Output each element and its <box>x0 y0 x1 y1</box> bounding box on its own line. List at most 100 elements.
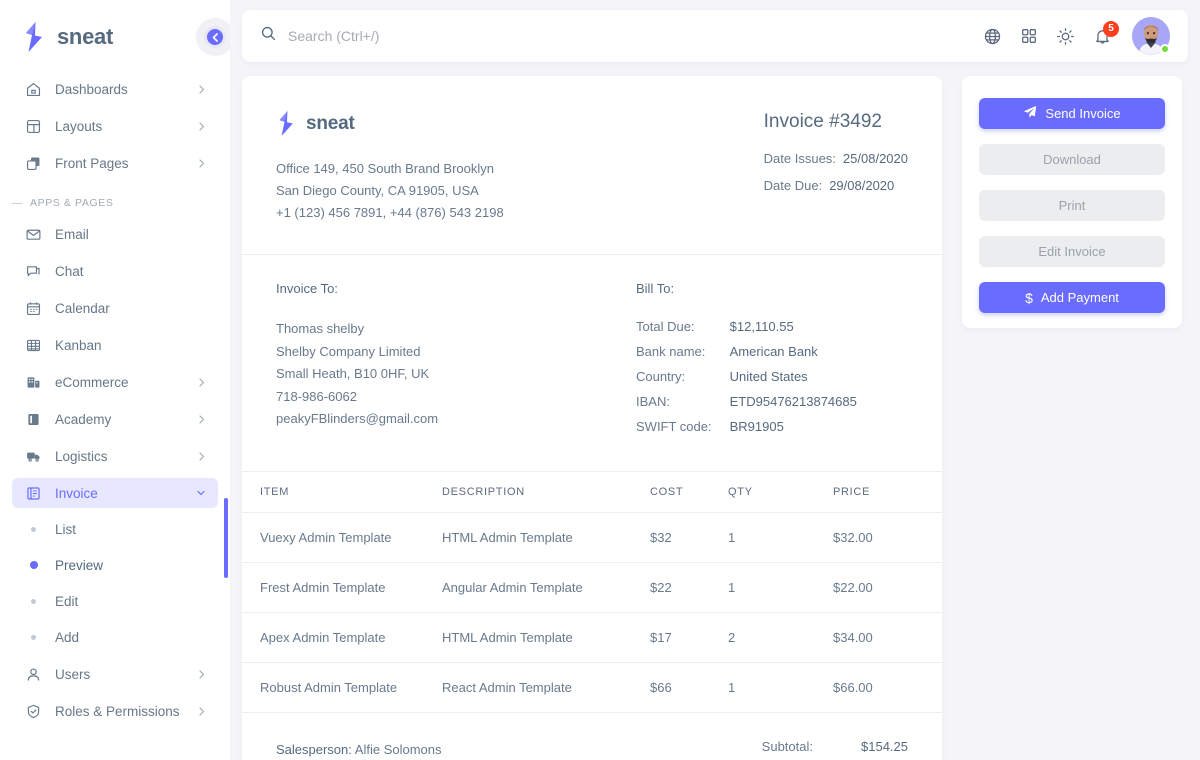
sidebar-collapse-button[interactable] <box>204 26 226 48</box>
date-issued-label: Date Issues: <box>764 151 836 166</box>
bell-icon[interactable]: 5 <box>1093 27 1112 46</box>
bullet-icon <box>24 599 43 604</box>
invoice-to-line: peakyFBlinders@gmail.com <box>276 408 636 431</box>
apps-grid-icon[interactable] <box>1020 27 1038 45</box>
bill-to-block: Bill To: Total Due: $12,110.55 Bank name… <box>636 281 857 443</box>
sidebar-item-roles-permissions[interactable]: Roles & Permissions <box>12 696 218 726</box>
sneat-logo-icon <box>276 111 298 136</box>
online-status-dot <box>1160 44 1170 54</box>
sidebar-item-chat[interactable]: Chat <box>12 256 218 286</box>
sidebar-item-layouts[interactable]: Layouts <box>12 111 218 141</box>
invoice-to-line: Small Heath, B10 0HF, UK <box>276 363 636 386</box>
company-address-line: Office 149, 450 South Brand Brooklyn <box>276 158 504 180</box>
send-invoice-label: Send Invoice <box>1045 106 1120 121</box>
sidebar: sneat Dashboards <box>0 0 230 760</box>
sidebar-item-ecommerce[interactable]: eCommerce <box>12 367 218 397</box>
sidebar-subitem-add[interactable]: Add <box>12 623 218 651</box>
sidebar-item-email[interactable]: Email <box>12 219 218 249</box>
table-row: Vuexy Admin Template HTML Admin Template… <box>242 513 942 563</box>
cell-description: HTML Admin Template <box>442 513 650 563</box>
bill-to-row: Bank name: American Bank <box>636 343 857 368</box>
cell-item: Vuexy Admin Template <box>242 513 442 563</box>
sidebar-item-label: Layouts <box>55 119 197 134</box>
cell-qty: 1 <box>728 563 833 613</box>
print-button[interactable]: Print <box>979 190 1165 221</box>
globe-icon[interactable] <box>983 27 1002 46</box>
sidebar-subitem-edit[interactable]: Edit <box>12 587 218 615</box>
shield-icon <box>24 702 43 721</box>
sidebar-item-logistics[interactable]: Logistics <box>12 441 218 471</box>
bill-to-value: United States <box>712 368 857 393</box>
date-due-label: Date Due: <box>764 178 823 193</box>
sidebar-item-label: Chat <box>55 264 206 279</box>
invoice-to-title: Invoice To: <box>276 281 636 296</box>
column-header-description: DESCRIPTION <box>442 472 650 513</box>
table-head: ITEM DESCRIPTION COST QTY PRICE <box>242 472 942 513</box>
company-phone-line: +1 (123) 456 7891, +44 (876) 543 2198 <box>276 202 504 224</box>
sidebar-item-front-pages[interactable]: Front Pages <box>12 148 218 178</box>
sidebar-subitem-label: List <box>55 522 76 537</box>
chevron-down-icon <box>196 488 206 498</box>
cell-qty: 2 <box>728 613 833 663</box>
sidebar-item-label: Front Pages <box>55 156 197 171</box>
cell-item: Robust Admin Template <box>242 663 442 713</box>
content: sneat Office 149, 450 South Brand Brookl… <box>242 76 1188 760</box>
invoice-brand-name: sneat <box>306 113 355 135</box>
bill-to-value: American Bank <box>712 343 857 368</box>
invoice-to-line: Shelby Company Limited <box>276 341 636 364</box>
section-label: APPS & PAGES <box>30 197 113 209</box>
sidebar-scrollbar[interactable] <box>224 498 228 578</box>
download-button[interactable]: Download <box>979 144 1165 175</box>
sidebar-item-label: Roles & Permissions <box>55 704 197 719</box>
edit-invoice-button[interactable]: Edit Invoice <box>979 236 1165 267</box>
send-invoice-button[interactable]: Send Invoice <box>979 98 1165 129</box>
avatar[interactable] <box>1132 17 1170 55</box>
bill-to-label: Country: <box>636 368 712 393</box>
search-icon <box>260 25 277 47</box>
sun-icon[interactable] <box>1056 27 1075 46</box>
invoice-parties: Invoice To: Thomas shelby Shelby Company… <box>242 255 942 472</box>
date-issued-value: 25/08/2020 <box>843 151 908 166</box>
sidebar-item-label: Kanban <box>55 338 206 353</box>
cell-description: HTML Admin Template <box>442 613 650 663</box>
search-container[interactable] <box>260 25 983 47</box>
chevron-right-icon <box>197 122 206 131</box>
bill-to-label: IBAN: <box>636 393 712 418</box>
totals-row: Subtotal: $154.25 <box>713 739 908 754</box>
sidebar-item-calendar[interactable]: Calendar <box>12 293 218 323</box>
sidebar-item-kanban[interactable]: Kanban <box>12 330 218 360</box>
invoice-meta-block: Invoice #3492 Date Issues: 25/08/2020 Da… <box>764 111 908 224</box>
sidebar-item-invoice[interactable]: Invoice <box>12 478 218 508</box>
bill-to-row: SWIFT code: BR91905 <box>636 418 857 443</box>
cell-cost: $22 <box>650 563 728 613</box>
layout-icon <box>24 117 43 136</box>
invoice-footer: Salesperson: Alfie Solomons Thanks for y… <box>242 713 942 760</box>
date-issued-row: Date Issues: 25/08/2020 <box>764 151 908 166</box>
salesperson-name: Alfie Solomons <box>355 742 442 757</box>
search-input[interactable] <box>288 28 588 44</box>
sidebar-item-academy[interactable]: Academy <box>12 404 218 434</box>
sidebar-item-label: Dashboards <box>55 82 197 97</box>
home-icon <box>24 80 43 99</box>
cell-price: $34.00 <box>833 613 942 663</box>
bill-to-value: $12,110.55 <box>712 318 857 343</box>
sidebar-item-label: Calendar <box>55 301 206 316</box>
sidebar-subitem-preview[interactable]: Preview <box>12 551 218 579</box>
edit-invoice-label: Edit Invoice <box>1038 244 1105 259</box>
chevron-right-icon <box>197 452 206 461</box>
calendar-icon <box>24 299 43 318</box>
print-label: Print <box>1059 198 1086 213</box>
invoice-brand: sneat <box>276 111 504 136</box>
envelope-icon <box>24 225 43 244</box>
sidebar-item-dashboards[interactable]: Dashboards <box>12 74 218 104</box>
invoice-preview-card: sneat Office 149, 450 South Brand Brookl… <box>242 76 942 760</box>
sidebar-item-users[interactable]: Users <box>12 659 218 689</box>
sidebar-subitem-list[interactable]: List <box>12 515 218 543</box>
table-row: Robust Admin Template React Admin Templa… <box>242 663 942 713</box>
add-payment-button[interactable]: $ Add Payment <box>979 282 1165 313</box>
bullet-icon <box>24 527 43 532</box>
invoice-company-block: sneat Office 149, 450 South Brand Brookl… <box>276 111 504 224</box>
sidebar-item-label: Invoice <box>55 486 196 501</box>
column-header-qty: QTY <box>728 472 833 513</box>
chevron-right-icon <box>197 85 206 94</box>
